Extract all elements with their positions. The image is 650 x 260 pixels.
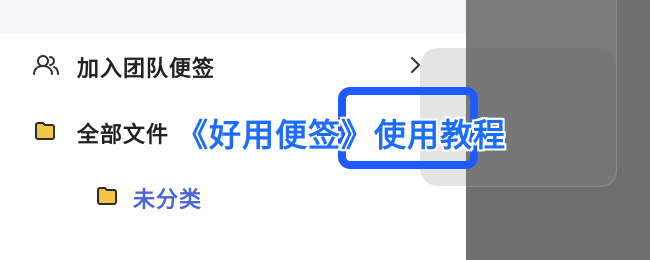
- sidebar-item-join-team[interactable]: 加入团队便签: [0, 41, 466, 89]
- folder-icon: [35, 122, 55, 140]
- sidebar-top-band: [0, 0, 466, 34]
- users-icon: [33, 55, 59, 75]
- tutorial-banner-title: 《好用便签》使用教程: [176, 116, 507, 154]
- sidebar-item-label: 加入团队便签: [77, 57, 216, 82]
- sidebar-item-label: 未分类: [133, 188, 203, 213]
- sidebar-item-label: 全部文件: [77, 123, 170, 148]
- folder-icon: [97, 187, 117, 205]
- sidebar-item-uncategorized[interactable]: 未分类: [0, 172, 466, 220]
